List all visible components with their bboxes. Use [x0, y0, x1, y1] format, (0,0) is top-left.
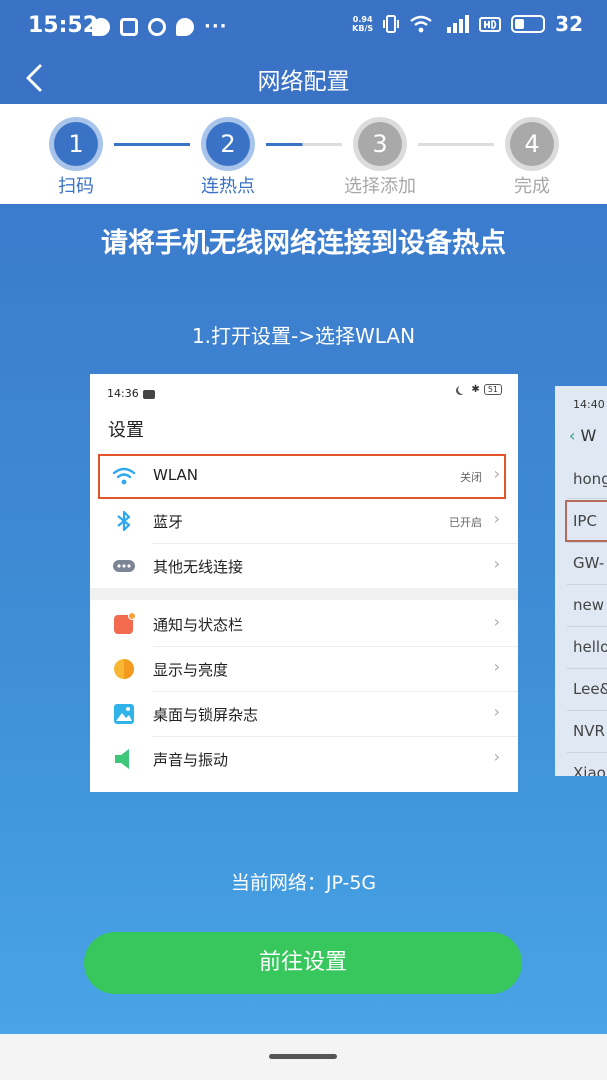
current-network: 当前网络：JP-5G	[230, 872, 377, 894]
wallpaper-icon	[114, 704, 134, 724]
example-status-icons: ✱ 51	[458, 384, 502, 395]
hd-icon	[479, 17, 502, 32]
settings-row-other-wireless: 其他无线连接 ›	[90, 544, 518, 589]
settings-row-wlan: WLAN 关闭 ›	[90, 454, 518, 499]
chevron-right-icon: ›	[493, 747, 500, 766]
battery-level: 32	[555, 12, 583, 36]
step-2-number: 2	[206, 122, 250, 166]
app-badge-icon	[148, 17, 166, 36]
settings-row-notification: 通知与状态栏 ›	[90, 602, 518, 647]
notification-icon	[114, 612, 136, 634]
app-notification-icon	[120, 17, 138, 36]
step-1-number: 1	[54, 122, 98, 166]
notification-badge-icon	[142, 389, 155, 399]
system-icons: 0.94 KB/S 32	[352, 12, 583, 36]
step-3: 3 选择添加	[325, 122, 435, 198]
chevron-right-icon: ›	[493, 657, 500, 676]
current-network-name: JP-5G	[325, 872, 377, 894]
example-time: 14:36	[107, 387, 155, 400]
status-time: 15:52	[28, 13, 99, 38]
wlan-network-item: hong	[573, 470, 607, 488]
moon-icon	[458, 385, 467, 394]
signal-icon	[447, 15, 470, 33]
page-title: 网络配置	[257, 69, 350, 95]
settings-row-bluetooth: 蓝牙 已开启 ›	[90, 499, 518, 544]
wlan-network-item: GW-	[573, 554, 605, 572]
notification-icons: ···	[92, 16, 228, 37]
step-1: 1 扫码	[21, 122, 131, 198]
wlan-network-item: new	[573, 596, 605, 614]
sound-icon	[115, 749, 129, 769]
example-battery: 51	[483, 384, 502, 395]
vibrate-icon	[383, 15, 400, 33]
example-wlan-time: 14:40	[573, 398, 605, 411]
headline: 请将手机无线网络连接到设备热点	[101, 228, 506, 259]
bluetooth-status-icon: ✱	[471, 384, 480, 395]
brightness-icon	[114, 659, 134, 679]
step-1-label: 扫码	[58, 176, 94, 197]
net-speed: 0.94 KB/S	[352, 15, 374, 33]
example-title: 设置	[108, 420, 144, 441]
example-wlan-title: ‹ W	[569, 426, 597, 445]
wifi-icon	[112, 467, 136, 485]
section-gap	[90, 588, 518, 600]
step-4: 4 完成	[477, 122, 587, 198]
wifi-status-icon	[410, 15, 432, 33]
wlan-network-item: hello	[573, 638, 607, 656]
battery-icon	[511, 15, 546, 33]
settings-row-sound: 声音与振动 ›	[90, 737, 518, 782]
chevron-right-icon: ›	[493, 612, 500, 631]
step-3-label: 选择添加	[344, 176, 416, 197]
settings-row-display: 显示与亮度 ›	[90, 647, 518, 692]
go-to-settings-button[interactable]: 前往设置	[84, 932, 522, 994]
wlan-network-item: Lee&	[573, 680, 607, 698]
message-icon	[92, 17, 110, 36]
gesture-bar	[0, 1034, 607, 1080]
step-4-label: 完成	[514, 176, 550, 197]
step-3-number: 3	[358, 122, 402, 166]
main-content: 请将手机无线网络连接到设备热点 1.打开设置->选择WLAN 14:36 ✱ 5…	[0, 204, 607, 1034]
chevron-right-icon: ›	[493, 509, 500, 528]
status-bar: 15:52 ··· 0.94 KB/S 32	[0, 0, 607, 52]
step-2: 2 连热点	[173, 122, 283, 198]
instruction-text: 1.打开设置->选择WLAN	[191, 324, 416, 348]
step-2-label: 连热点	[201, 176, 255, 197]
example-settings-screenshot: 14:36 ✱ 51 设置 WLAN 关闭 › 蓝牙 已开启 › 其他无线连接 …	[90, 374, 518, 792]
more-notifications-icon: ···	[204, 16, 228, 37]
home-indicator[interactable]	[269, 1054, 337, 1059]
chat-icon	[176, 17, 194, 36]
settings-row-wallpaper: 桌面与锁屏杂志 ›	[90, 692, 518, 737]
wlan-network-item: IPC	[573, 512, 597, 530]
chevron-left-icon: ‹	[569, 426, 581, 445]
chevron-right-icon: ›	[493, 702, 500, 721]
wlan-network-item: NVR	[573, 722, 605, 740]
wlan-network-item: Xiao	[573, 764, 606, 776]
more-connections-icon	[113, 560, 135, 572]
example-wlan-screenshot: 14:40 ‹ W hong IPC GW- new hello Lee& NV…	[555, 386, 607, 776]
step-4-number: 4	[510, 122, 554, 166]
bluetooth-icon	[117, 510, 131, 532]
nav-bar: 网络配置	[0, 52, 607, 104]
step-indicator: 1 扫码 2 连热点 3 选择添加 4 完成	[0, 104, 607, 204]
chevron-right-icon: ›	[493, 554, 500, 573]
chevron-right-icon: ›	[493, 464, 500, 483]
